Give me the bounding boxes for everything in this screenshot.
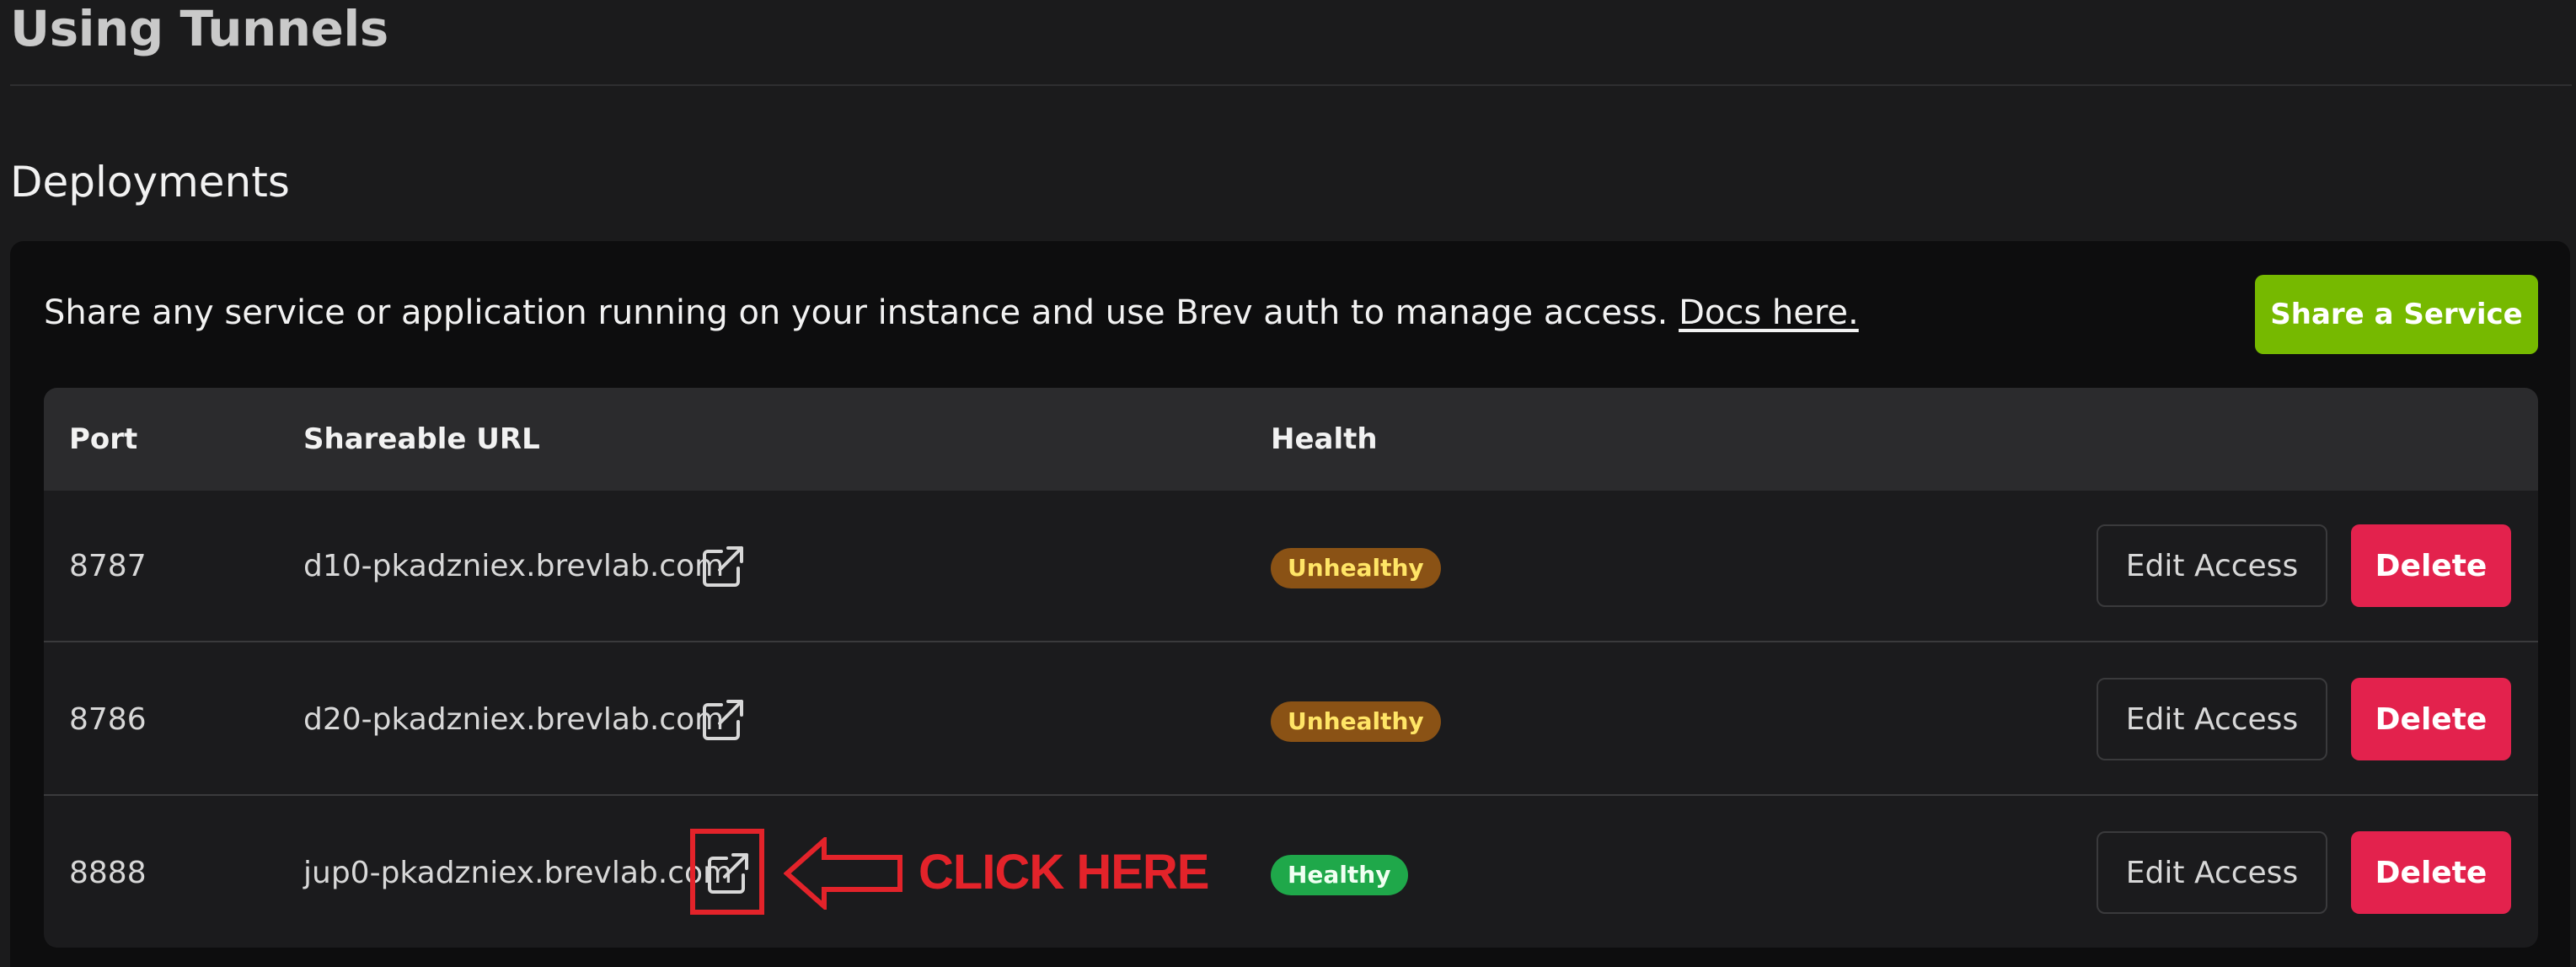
deployments-description: Share any service or application running…: [44, 293, 1668, 332]
deployments-description-line: Share any service or application running…: [44, 292, 1859, 334]
header-health: Health: [1271, 422, 1378, 456]
table-row: 8888 jup0-pkadzniex.brevlab.com Healthy …: [44, 798, 2538, 948]
header-port: Port: [69, 422, 138, 456]
left-arrow-icon: [784, 837, 902, 910]
header-shareable-url: Shareable URL: [303, 422, 540, 456]
table-row: 8786 d20-pkadzniex.brevlab.com Unhealthy…: [44, 644, 2538, 796]
status-badge: Unhealthy: [1271, 548, 1441, 588]
page-title: Using Tunnels: [10, 0, 388, 57]
delete-button[interactable]: Delete: [2351, 831, 2511, 914]
deployments-heading: Deployments: [10, 158, 290, 207]
click-here-annotation: CLICK HERE: [918, 845, 1209, 900]
url-cell: jup0-pkadzniex.brevlab.com: [303, 856, 733, 890]
delete-button[interactable]: Delete: [2351, 524, 2511, 607]
docs-link[interactable]: Docs here.: [1679, 293, 1859, 332]
table-header: Port Shareable URL Health: [44, 388, 2538, 491]
share-service-button[interactable]: Share a Service: [2255, 275, 2538, 354]
title-divider: [10, 84, 2572, 86]
port-cell: 8787: [69, 549, 147, 583]
port-cell: 8888: [69, 856, 147, 890]
deployments-panel: Share any service or application running…: [10, 241, 2570, 967]
delete-button[interactable]: Delete: [2351, 678, 2511, 760]
row-divider: [44, 641, 2538, 642]
external-link-icon[interactable]: [701, 545, 745, 588]
row-divider: [44, 794, 2538, 796]
edit-access-button[interactable]: Edit Access: [2097, 524, 2327, 607]
edit-access-button[interactable]: Edit Access: [2097, 678, 2327, 760]
table-row: 8787 d10-pkadzniex.brevlab.com Unhealthy…: [44, 491, 2538, 642]
external-link-icon[interactable]: [701, 698, 745, 742]
status-badge: Unhealthy: [1271, 701, 1441, 742]
annotation-highlight-box: [690, 829, 764, 915]
status-badge: Healthy: [1271, 855, 1408, 895]
deployments-table: Port Shareable URL Health 8787 d10-pkadz…: [44, 388, 2538, 948]
url-cell: d20-pkadzniex.brevlab.com: [303, 702, 725, 737]
port-cell: 8786: [69, 702, 147, 737]
edit-access-button[interactable]: Edit Access: [2097, 831, 2327, 914]
url-cell: d10-pkadzniex.brevlab.com: [303, 549, 725, 583]
